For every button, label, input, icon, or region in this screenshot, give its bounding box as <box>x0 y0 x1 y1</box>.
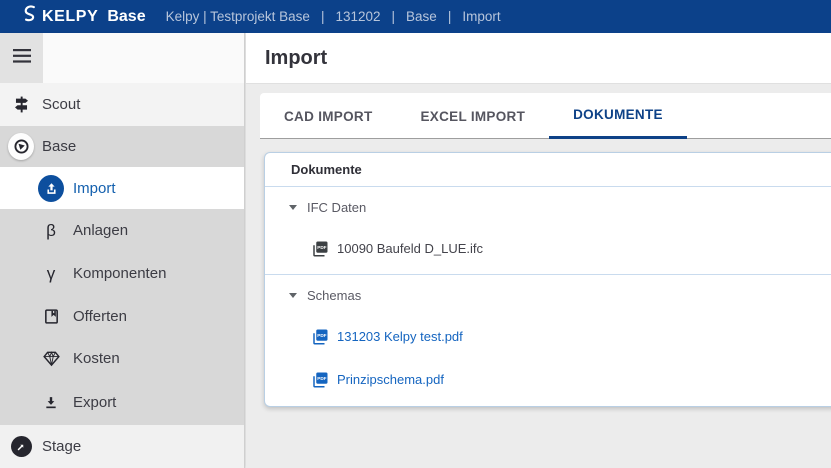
sidebar-item-offerten[interactable]: Offerten <box>0 295 244 337</box>
file-item[interactable]: PDF Prinzipschema.pdf <box>265 358 831 401</box>
breadcrumb-separator: | <box>448 9 452 24</box>
tree-group-label: IFC Daten <box>307 200 366 215</box>
tree-group-toggle[interactable]: IFC Daten <box>265 187 831 227</box>
app-window: KELPY Base Kelpy | Testprojekt Base | 13… <box>0 0 831 468</box>
sidebar-item-label: Anlagen <box>73 222 128 239</box>
kelpy-logo-icon <box>22 4 37 29</box>
caret-down-icon <box>288 202 298 212</box>
tab-cad-import[interactable]: CAD IMPORT <box>260 93 397 139</box>
book-icon <box>38 308 64 325</box>
file-name: Prinzipschema.pdf <box>337 372 444 387</box>
sidebar-item-scout[interactable]: Scout <box>0 83 244 126</box>
sidebar-item-label: Base <box>42 138 76 155</box>
sidebar-item-anlagen[interactable]: β Anlagen <box>0 209 244 252</box>
breadcrumb-module[interactable]: Base <box>406 9 437 24</box>
sidebar-item-base[interactable]: Base <box>0 126 244 167</box>
main-content: Import CAD IMPORT EXCEL IMPORT DOKUMENTE… <box>246 33 831 468</box>
sidebar-item-import[interactable]: Import <box>0 167 244 209</box>
file-name: 10090 Baufeld D_LUE.ifc <box>337 241 483 256</box>
sidebar-item-label: Stage <box>42 438 81 455</box>
tree-group-schemas: Schemas PDF 131203 Kelpy test.pdf <box>265 275 831 405</box>
file-item[interactable]: PDF 10090 Baufeld D_LUE.ifc <box>265 227 831 270</box>
navigation-circle-icon <box>8 436 34 457</box>
svg-text:PDF: PDF <box>317 245 326 250</box>
app-logo[interactable]: KELPY Base <box>22 4 146 29</box>
file-item[interactable]: PDF 131203 Kelpy test.pdf <box>265 315 831 358</box>
breadcrumb-separator: | <box>392 9 396 24</box>
svg-text:PDF: PDF <box>317 376 326 381</box>
panel-title: Dokumente <box>265 153 831 187</box>
file-document-icon: PDF <box>311 240 329 258</box>
breadcrumb-separator: | <box>321 9 325 24</box>
breadcrumb: Kelpy | Testprojekt Base | 131202 | Base… <box>166 9 501 24</box>
pdf-file-icon: PDF <box>311 328 329 346</box>
sidebar-item-kosten[interactable]: Kosten <box>0 337 244 380</box>
brand-suffix: Base <box>107 8 145 26</box>
sidebar-item-label: Komponenten <box>73 265 166 282</box>
sidebar-item-label: Offerten <box>73 308 127 325</box>
download-icon <box>38 394 64 411</box>
sidebar-item-komponenten[interactable]: γ Komponenten <box>0 252 244 295</box>
sidebar-item-label: Scout <box>42 96 80 113</box>
sidebar-item-stage[interactable]: Stage <box>0 425 244 468</box>
beta-icon: β <box>38 222 64 239</box>
sidebar-top-strip <box>0 33 244 83</box>
tab-excel-import[interactable]: EXCEL IMPORT <box>397 93 550 139</box>
sidebar-item-label: Export <box>73 394 116 411</box>
menu-toggle-button[interactable] <box>0 33 43 83</box>
tab-dokumente[interactable]: DOKUMENTE <box>549 93 687 139</box>
tree-group-label: Schemas <box>307 288 361 303</box>
file-name: 131203 Kelpy test.pdf <box>337 329 463 344</box>
tree-group-toggle[interactable]: Schemas <box>265 275 831 315</box>
top-app-bar: KELPY Base Kelpy | Testprojekt Base | 13… <box>0 0 831 33</box>
gamma-icon: γ <box>38 265 64 282</box>
breadcrumb-project[interactable]: Kelpy | Testprojekt Base <box>166 9 310 24</box>
sidebar-item-label: Kosten <box>73 350 120 367</box>
tree-group-ifc-daten: IFC Daten PDF 10090 Baufeld D_LUE.ifc <box>265 187 831 275</box>
base-sphere-icon <box>8 133 34 160</box>
sidebar: Scout Base <box>0 33 245 468</box>
diamond-icon <box>38 350 64 367</box>
page-header: Import <box>246 33 831 84</box>
brand-name: KELPY <box>42 8 98 26</box>
breadcrumb-page[interactable]: Import <box>462 9 500 24</box>
sidebar-item-export[interactable]: Export <box>0 380 244 425</box>
upload-circle-icon <box>38 175 64 202</box>
signpost-icon <box>8 95 34 114</box>
hamburger-icon <box>13 49 31 68</box>
pdf-file-icon: PDF <box>311 371 329 389</box>
caret-down-icon <box>288 290 298 300</box>
svg-text:PDF: PDF <box>317 333 326 338</box>
dokumente-panel: Dokumente IFC Daten PDF <box>264 152 831 407</box>
page-title: Import <box>265 47 327 70</box>
import-tabs: CAD IMPORT EXCEL IMPORT DOKUMENTE <box>260 93 831 139</box>
breadcrumb-id[interactable]: 131202 <box>335 9 380 24</box>
sidebar-item-label: Import <box>73 180 116 197</box>
